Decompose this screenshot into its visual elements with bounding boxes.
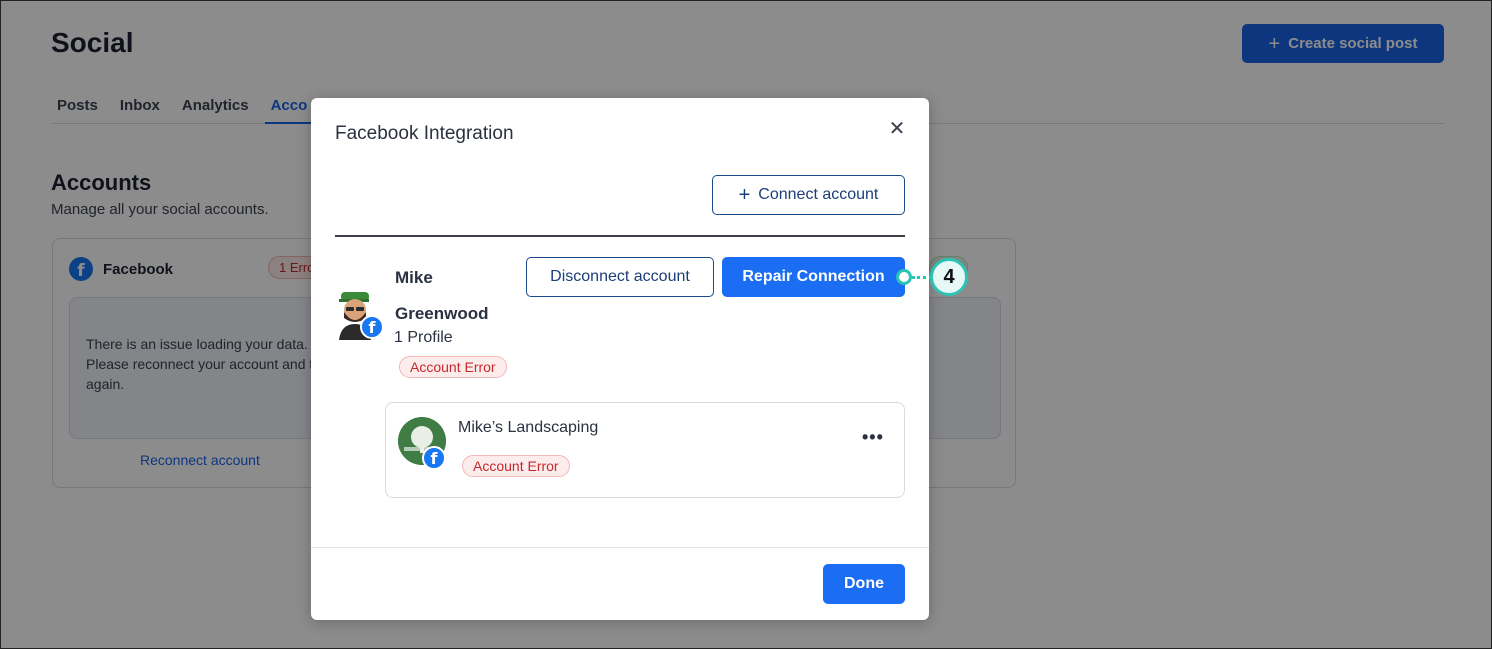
- account-error-badge: Account Error: [399, 356, 507, 378]
- more-options-icon[interactable]: •••: [862, 427, 884, 448]
- profile-card: f Mike’s Landscaping Account Error •••: [385, 402, 905, 498]
- facebook-badge-icon: f: [422, 446, 446, 470]
- close-icon[interactable]: ✕: [887, 116, 907, 140]
- repair-connection-button[interactable]: Repair Connection: [722, 257, 905, 297]
- profile-count: 1 Profile: [394, 329, 453, 346]
- connect-account-button[interactable]: + Connect account: [712, 175, 905, 215]
- done-button[interactable]: Done: [823, 564, 905, 604]
- divider: [335, 235, 905, 237]
- facebook-integration-dialog: Facebook Integration ✕ + Connect account…: [311, 98, 929, 620]
- screen: Social + Create social post Posts Inbox …: [0, 0, 1492, 649]
- profile-error-badge: Account Error: [462, 455, 570, 477]
- connect-account-label: Connect account: [758, 186, 879, 203]
- footer-divider: [311, 547, 929, 548]
- callout-anchor: [896, 269, 912, 285]
- callout-step-number: 4: [930, 258, 968, 296]
- dialog-title: Facebook Integration: [335, 123, 514, 144]
- user-avatar: f: [335, 290, 387, 344]
- facebook-badge-icon: f: [360, 315, 384, 339]
- plus-icon: +: [738, 184, 751, 206]
- disconnect-account-button[interactable]: Disconnect account: [526, 257, 714, 297]
- profile-name: Mike’s Landscaping: [458, 419, 599, 436]
- callout-connector: [912, 276, 932, 279]
- user-name: Mike Greenwood: [395, 268, 489, 323]
